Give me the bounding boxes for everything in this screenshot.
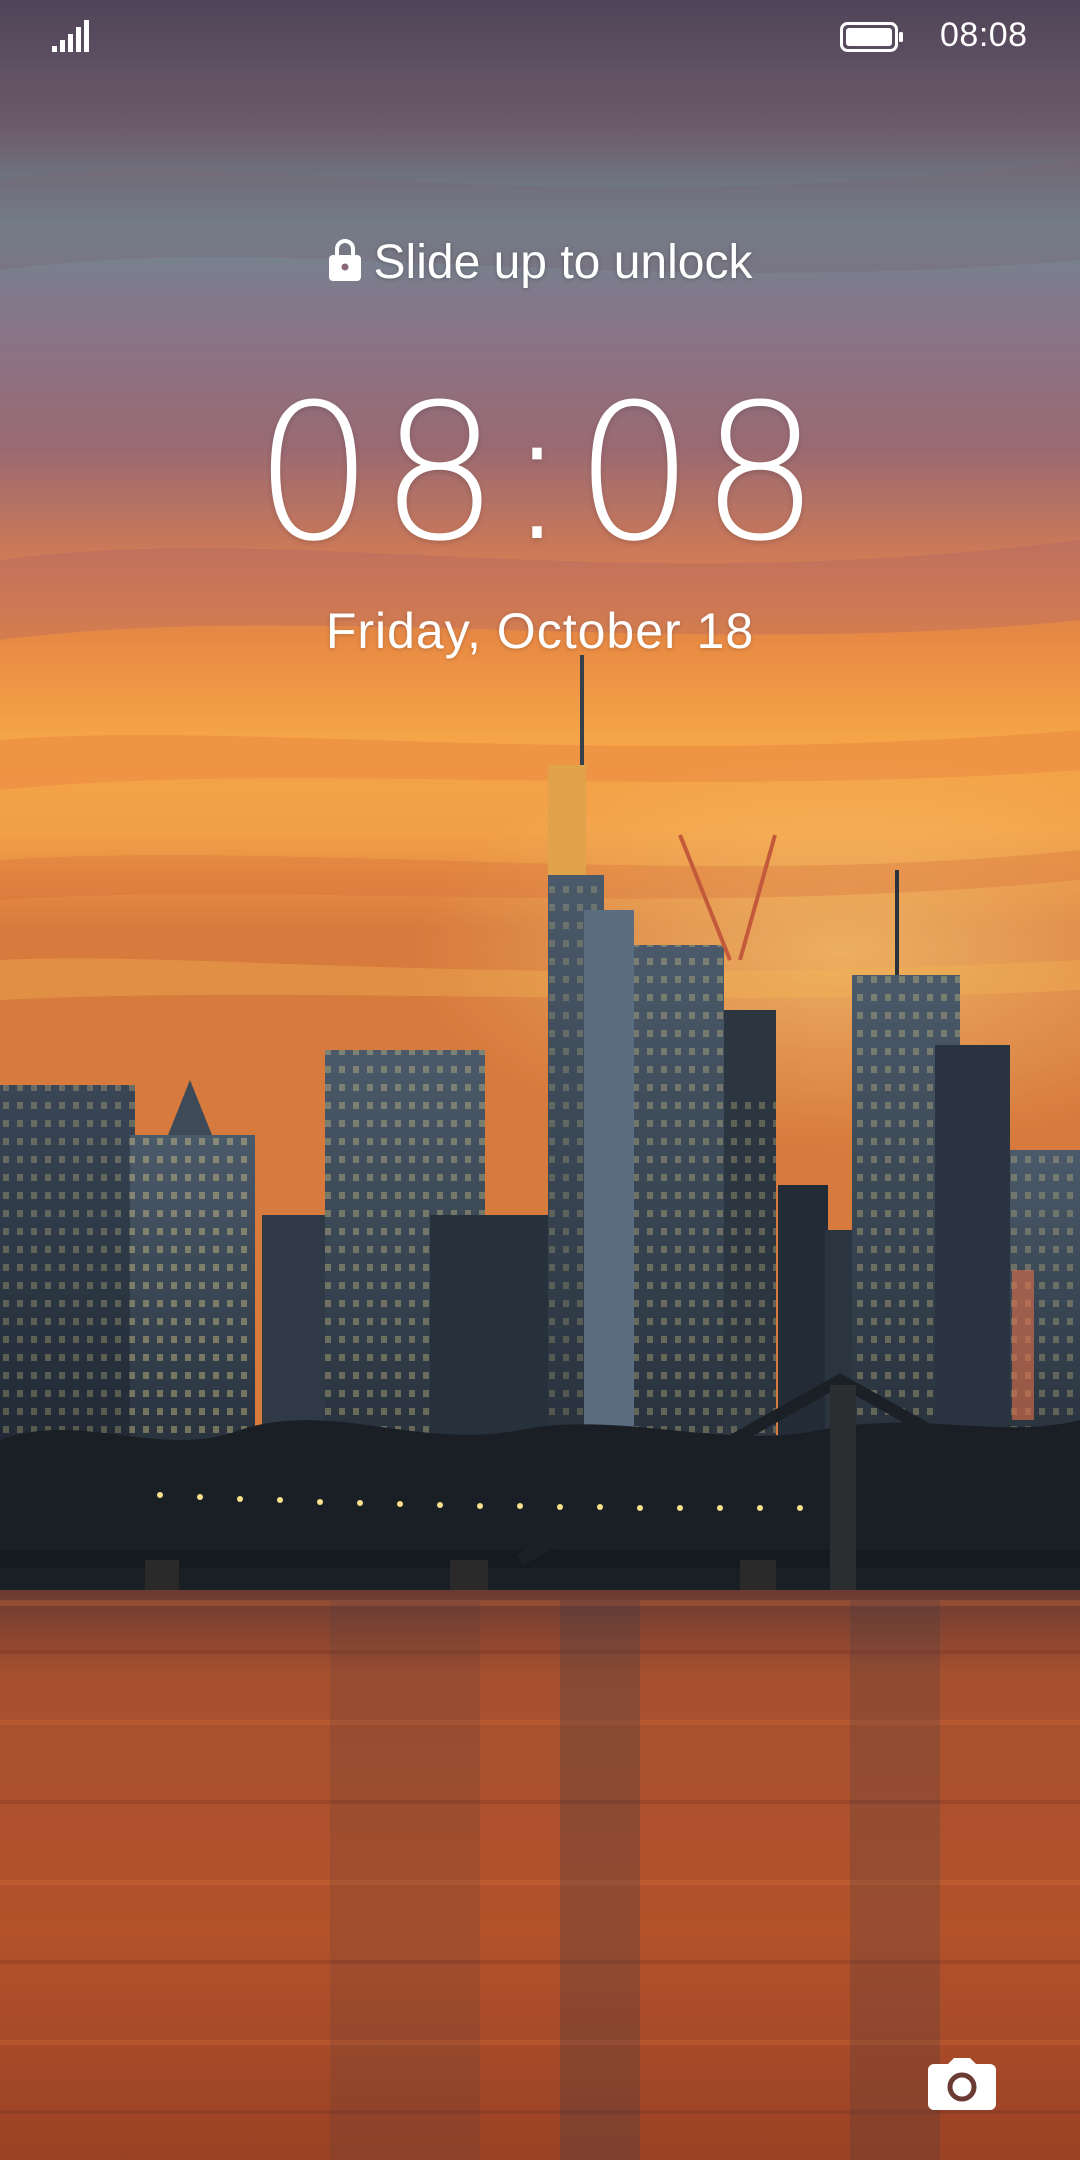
status-bar-time: 08:08 [940,16,1028,54]
status-bar: 08:08 [0,0,1080,76]
clock-time: 08:08 [254,364,826,583]
battery-full-icon [840,22,903,52]
camera-icon[interactable] [926,2056,998,2112]
wallpaper-image [0,0,1080,2160]
unlock-hint-text: Slide up to unlock [373,235,753,289]
unlock-hint: Slide up to unlock [0,232,1080,292]
lock-screen-date: Friday, October 18 [325,603,755,659]
lock-screen[interactable]: 08:08 Slide up to unlock 08:08 Friday, O… [0,0,1080,2160]
signal-bars-icon [52,20,89,52]
lock-icon [328,239,361,281]
lock-screen-clock: 08:08 [0,380,1080,568]
